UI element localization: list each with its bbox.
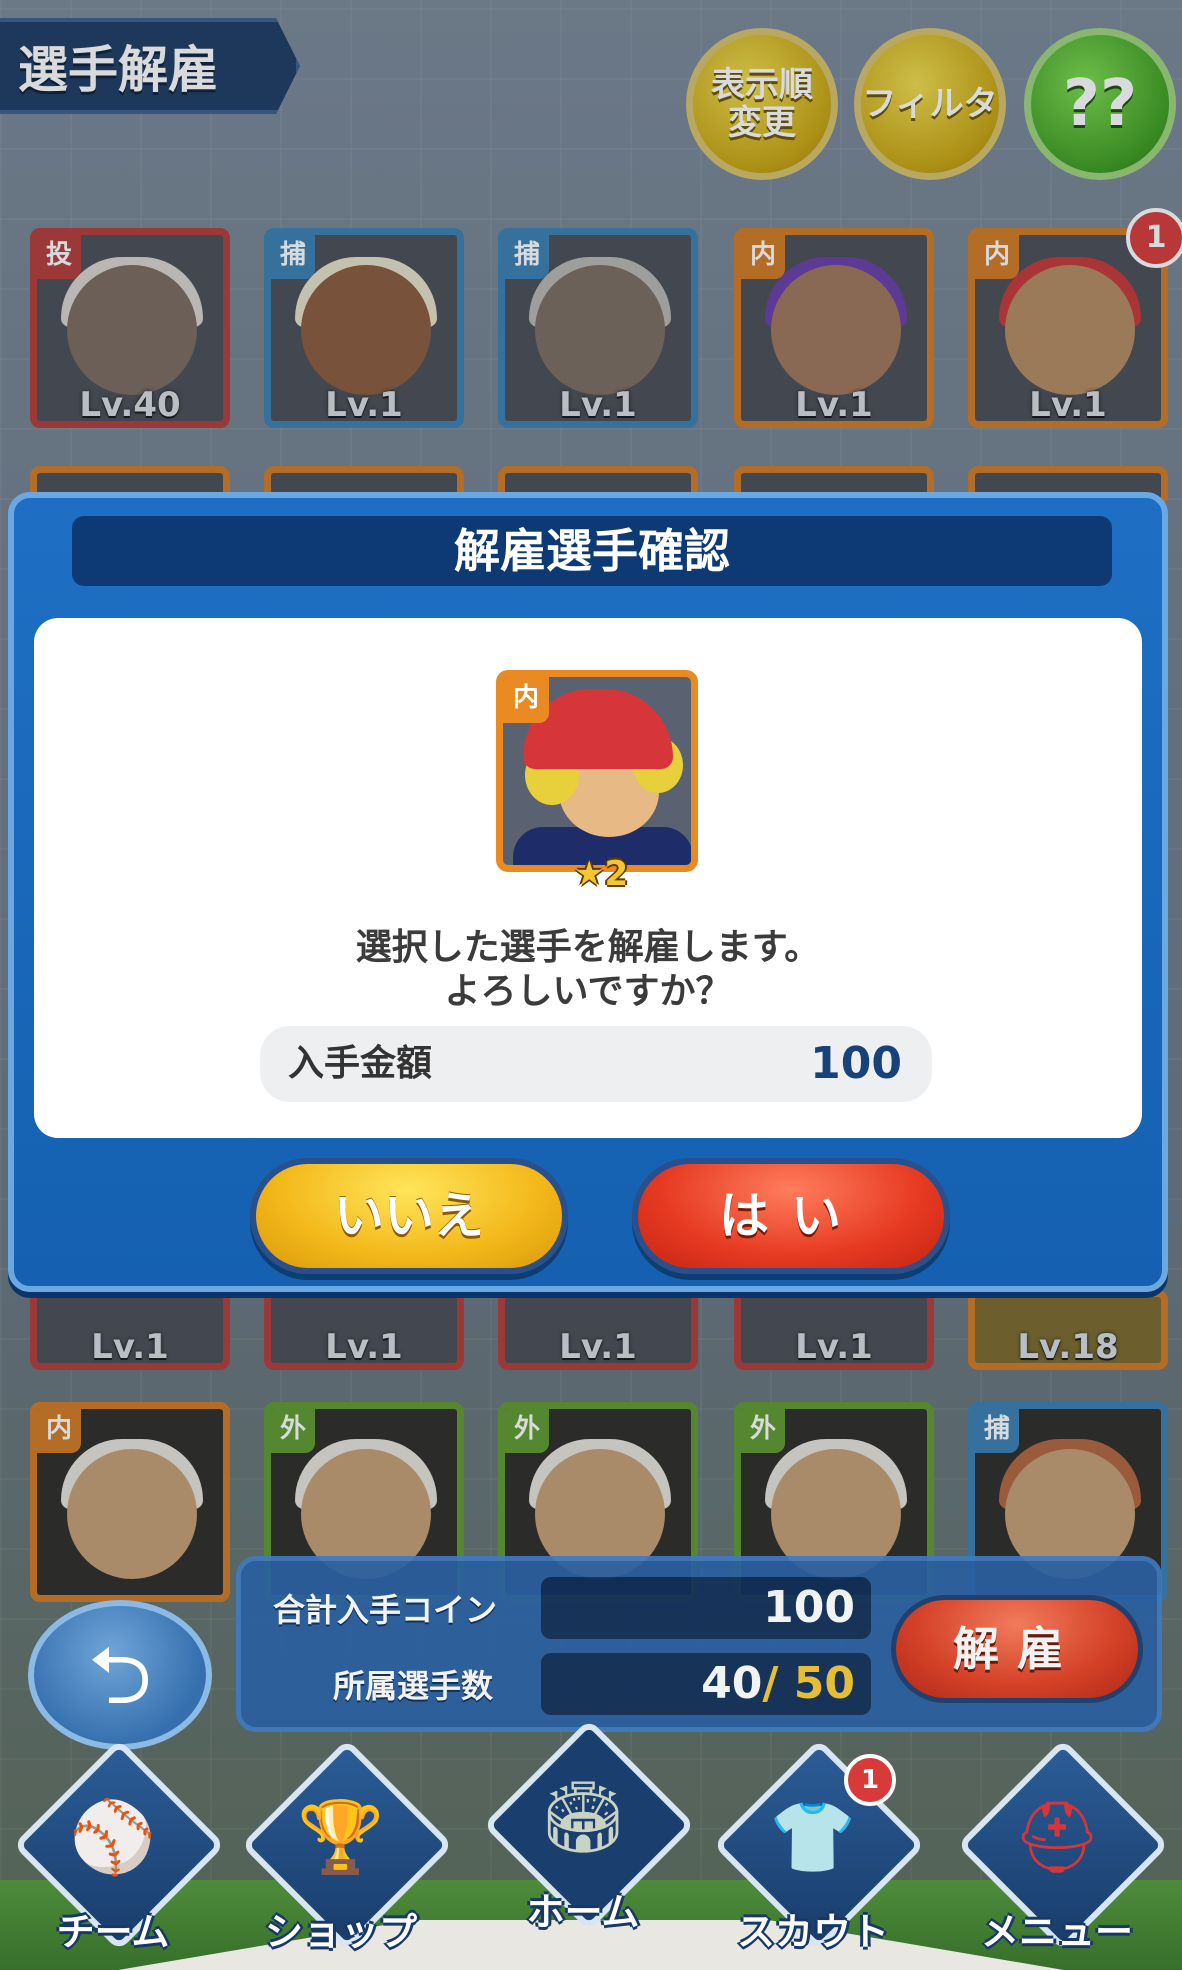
release-summary-panel: 合計入手コイン 100 所属選手数 40/ 50 解雇 — [236, 1556, 1162, 1732]
team-icon: ⚾ — [69, 1796, 157, 1878]
player-count: 40 — [701, 1658, 763, 1709]
helmet-icon: ⛑ — [1012, 1796, 1102, 1878]
release-button[interactable]: 解雇 — [891, 1595, 1143, 1703]
position-badge: 内 — [503, 677, 549, 723]
nav-team-label: チーム — [56, 1910, 170, 1954]
stadium-icon: 🏟 — [538, 1776, 628, 1858]
nav-home-label: ホーム — [526, 1890, 640, 1934]
price-value: 100 — [810, 1038, 902, 1089]
no-button[interactable]: いいえ — [250, 1158, 568, 1274]
selected-player-card: 内 — [496, 670, 698, 872]
jersey-icon: 👕 — [769, 1796, 857, 1878]
player-count-label: 所属選手数 — [333, 1667, 494, 1705]
player-max: 50 — [793, 1658, 855, 1709]
yes-button[interactable]: はい — [632, 1158, 950, 1274]
player-count-box: 40/ 50 — [541, 1653, 871, 1715]
star-rating: ★2 — [574, 854, 629, 894]
nav-scout[interactable]: 👕 スカウト 1 — [712, 1738, 926, 1960]
back-button[interactable]: ⮌ — [28, 1600, 212, 1750]
dialog-title: 解雇選手確認 — [72, 516, 1112, 586]
confirm-message-line2: よろしいですか？ — [444, 971, 732, 1012]
nav-team[interactable]: ⚾ チーム — [12, 1738, 226, 1960]
nav-menu-label: メニュー — [980, 1910, 1133, 1954]
nav-shop[interactable]: 🏆 ショップ — [240, 1738, 454, 1960]
total-coins-label: 合計入手コイン — [273, 1591, 498, 1629]
dialog-body: 内 ★2 選択した選手を解雇します。 よろしいですか？ 入手金額 100 — [34, 618, 1142, 1138]
nav-home[interactable]: 🏟 ホーム — [482, 1718, 696, 1940]
back-arrow-icon: ⮌ — [87, 1629, 153, 1722]
notification-badge: 1 — [844, 1754, 896, 1806]
total-coins-value: 100 — [541, 1577, 871, 1639]
nav-menu[interactable]: ⛑ メニュー — [956, 1738, 1170, 1960]
player-count-separator: / — [762, 1658, 779, 1709]
price-label: 入手金額 — [288, 1043, 433, 1084]
price-row: 入手金額 100 — [260, 1026, 932, 1102]
bottom-nav: ⚾ チーム 🏆 ショップ 🏟 ホーム 👕 スカウト 1 ⛑ メニュー — [0, 1718, 1182, 1970]
trophy-icon: 🏆 — [297, 1796, 385, 1878]
release-confirm-dialog: 解雇選手確認 内 ★2 選択した選手を解雇します。 よろしいですか？ 入手金額 … — [8, 492, 1168, 1292]
nav-scout-label: スカウト — [736, 1910, 889, 1954]
nav-shop-label: ショップ — [264, 1910, 417, 1954]
